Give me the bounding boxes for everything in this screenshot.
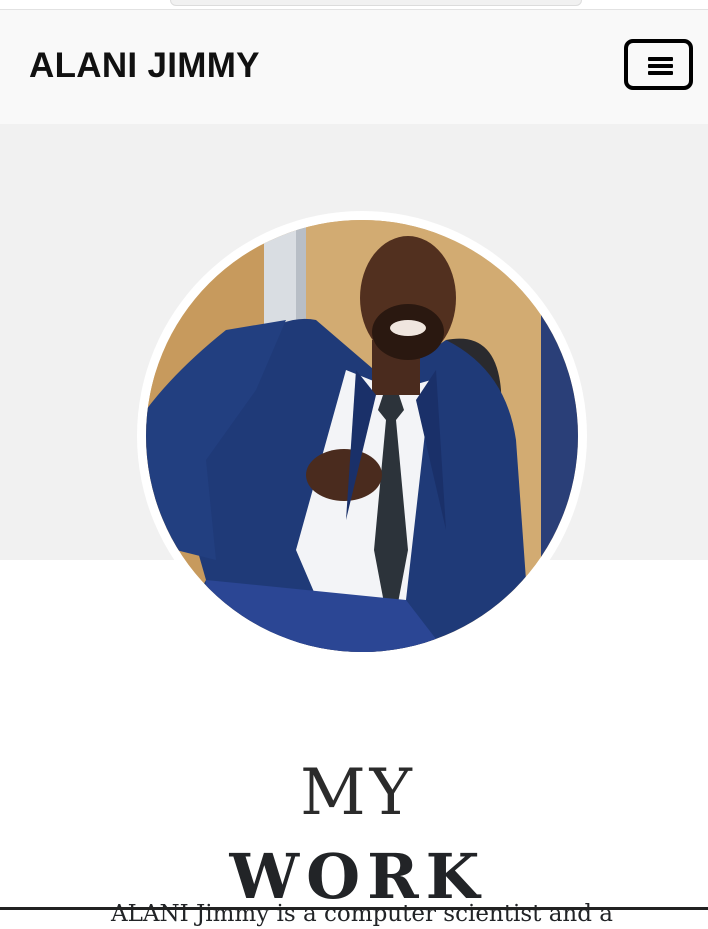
menu-toggle-button[interactable] <box>624 39 693 90</box>
navbar: ALANI JIMMY <box>0 10 708 124</box>
site-brand-link[interactable]: ALANI JIMMY <box>29 46 260 86</box>
profile-avatar <box>137 211 587 661</box>
address-bar-edge <box>170 0 582 6</box>
intro-text: ALANI Jimmy is a computer scientist and … <box>111 901 613 927</box>
browser-top-strip <box>0 0 708 10</box>
section-title-light: MY <box>300 755 416 830</box>
profile-photo <box>146 220 578 652</box>
